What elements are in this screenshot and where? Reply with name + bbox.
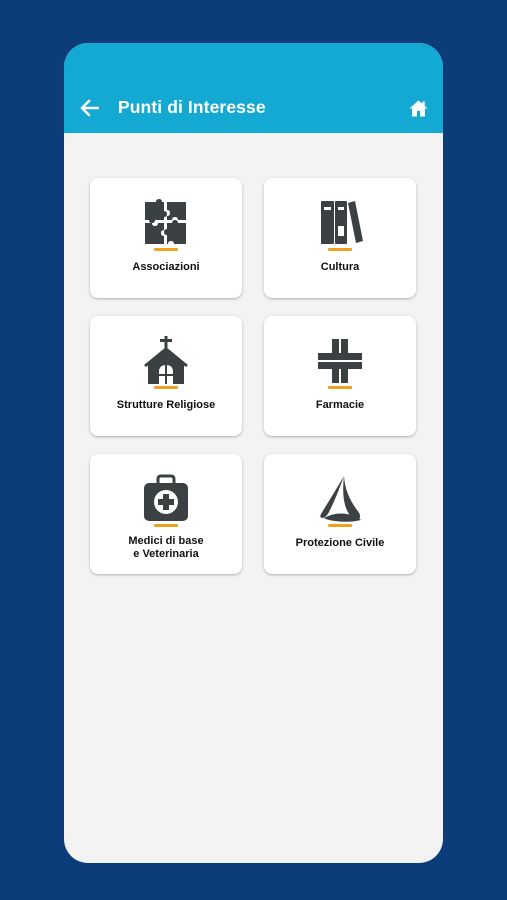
page-title: Punti di Interesse: [118, 97, 266, 117]
category-label: Strutture Religiose: [116, 399, 216, 411]
puzzle-icon: [145, 199, 186, 244]
pharmacy-cross-icon: [318, 339, 362, 383]
category-label: Farmacie: [315, 399, 365, 411]
category-label-line1: Medici di base: [128, 535, 204, 547]
category-cultura[interactable]: Cultura: [264, 178, 416, 298]
category-label: Cultura: [320, 261, 360, 273]
category-label: Medici di base e Veterinaria: [94, 535, 238, 561]
accent-underline: [154, 524, 178, 527]
phone-screen: Punti di Interesse Associazioni Cultura …: [64, 43, 443, 863]
arrow-left-icon: [80, 99, 99, 117]
books-icon: [321, 201, 363, 244]
app-bar: Punti di Interesse: [64, 43, 443, 133]
accent-underline: [328, 248, 352, 251]
category-protezione-civile[interactable]: Protezione Civile: [264, 454, 416, 574]
home-icon: [409, 100, 427, 116]
category-label: Associazioni: [132, 261, 200, 273]
category-label: Protezione Civile: [295, 537, 385, 549]
category-farmacie[interactable]: Farmacie: [264, 316, 416, 436]
back-button[interactable]: [76, 95, 102, 121]
accent-underline: [328, 524, 352, 527]
accent-underline: [154, 386, 178, 389]
civil-protection-icon: [320, 476, 361, 522]
category-strutture-religiose[interactable]: Strutture Religiose: [90, 316, 242, 436]
accent-underline: [328, 386, 352, 389]
category-label-line2: e Veterinaria: [133, 548, 199, 560]
category-medici-veterinaria[interactable]: Medici di base e Veterinaria: [90, 454, 242, 574]
home-button[interactable]: [405, 95, 431, 121]
category-associazioni[interactable]: Associazioni: [90, 178, 242, 298]
accent-underline: [154, 248, 178, 251]
church-icon: [144, 336, 188, 384]
medical-kit-icon: [144, 474, 188, 521]
